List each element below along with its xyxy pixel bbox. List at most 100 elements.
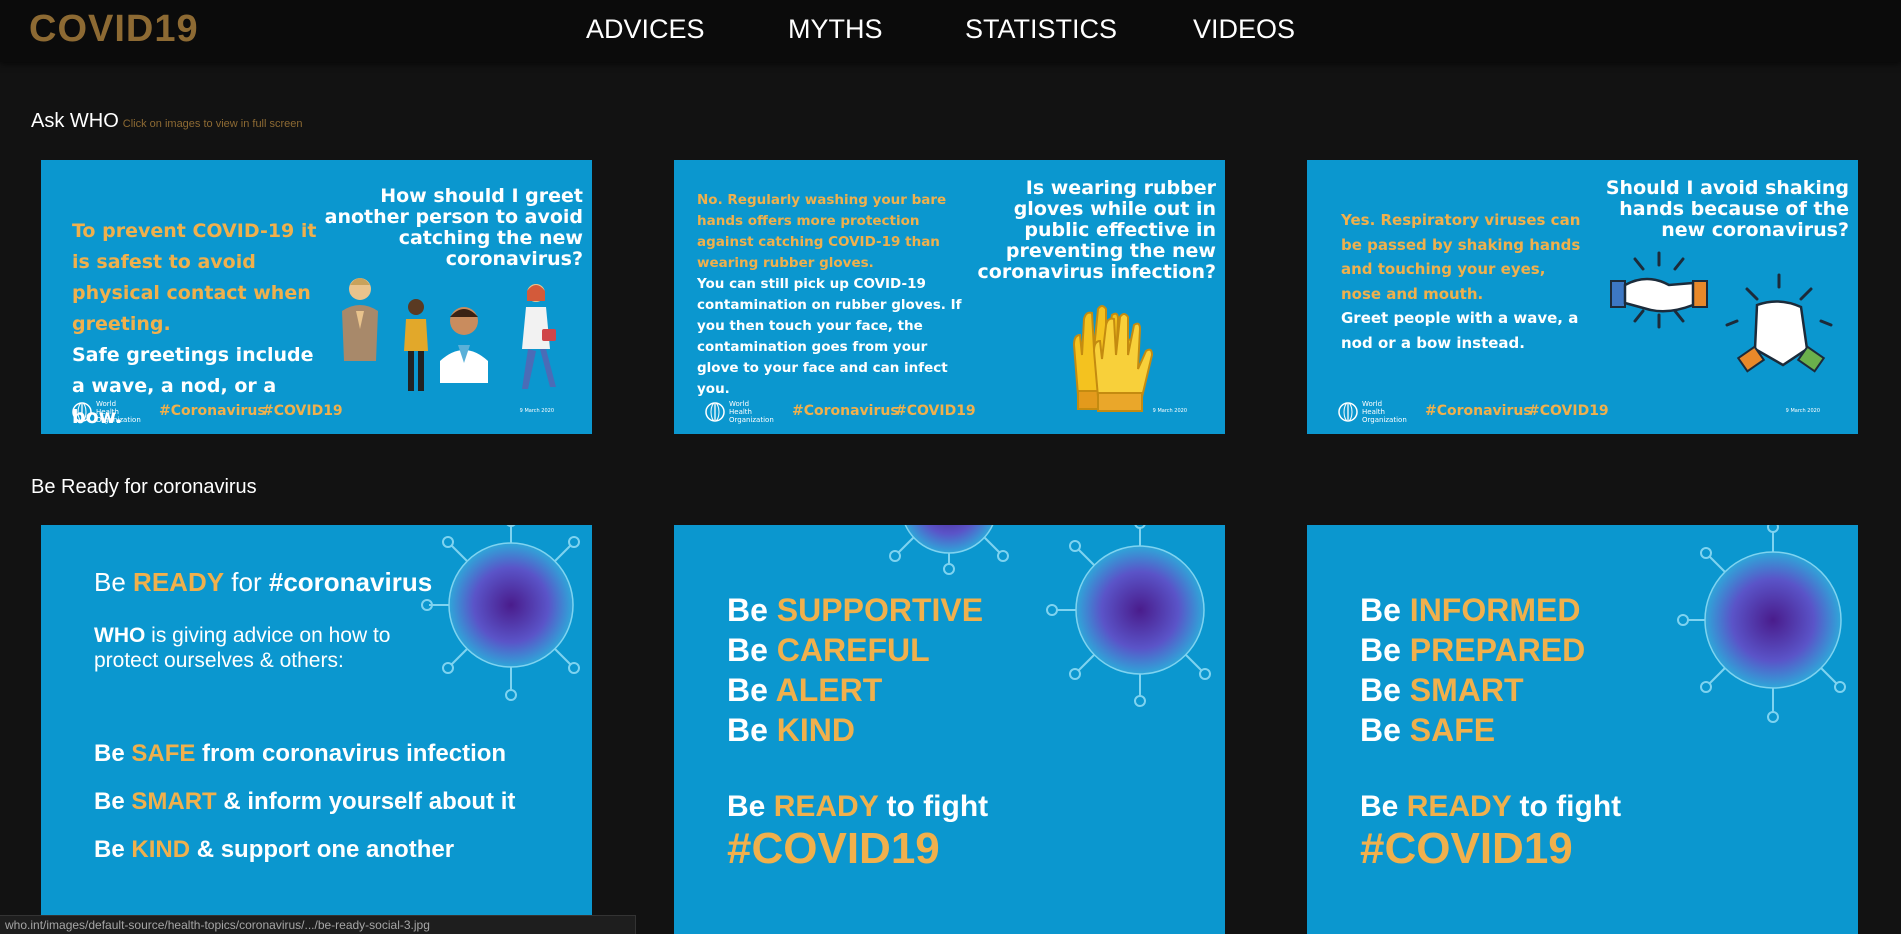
word-be: Be <box>1360 592 1401 628</box>
hashtag-coronavirus: #coronavirus <box>268 567 433 597</box>
answer-highlight: Yes. Respiratory viruses can be passed b… <box>1341 211 1581 303</box>
card-date: 9 March 2020 <box>1152 408 1187 414</box>
ready-card-2-lines: Be SUPPORTIVE Be CAREFUL Be ALERT Be KIN… <box>727 590 983 750</box>
keyword: SMART <box>1409 672 1524 708</box>
who-logo: World Health Organization <box>1337 400 1407 424</box>
card-footer: World Health Organization #Coronavirus #… <box>1337 400 1857 424</box>
keyword: ALERT <box>775 672 883 708</box>
card-footer: World Health Organization #Coronavirus #… <box>704 400 1224 424</box>
keyword: SAFE <box>131 740 196 767</box>
ready-line: Be INFORMED <box>1360 590 1585 630</box>
section-title-be-ready: Be Ready for coronavirus <box>31 476 257 499</box>
ready-line-smart: Be SMART & inform yourself about it <box>94 788 515 816</box>
answer-detail: Greet people with a wave, a nod or a bow… <box>1341 309 1579 352</box>
answer-highlight: To prevent COVID-19 it is safest to avoi… <box>72 220 317 335</box>
ready-line: Be ALERT <box>727 670 983 710</box>
keyword: SAFE <box>1409 712 1496 748</box>
ready-card-3[interactable]: Be INFORMED Be PREPARED Be SMART Be SAFE… <box>1307 525 1858 934</box>
ready-card-1[interactable]: Be READY for #coronavirus WHO is giving … <box>41 525 592 934</box>
word-be: Be <box>94 836 125 863</box>
ready-card-1-intro: WHO is giving advice on how to protect o… <box>94 623 404 673</box>
coronavirus-icon <box>889 525 1009 575</box>
ready-line: Be PREPARED <box>1360 630 1585 670</box>
word-be: Be <box>1360 672 1401 708</box>
answer-detail: You can still pick up COVID-19 contamina… <box>697 276 962 397</box>
who-logo: World Health Organization <box>704 400 774 424</box>
ready-card-2[interactable]: Be SUPPORTIVE Be CAREFUL Be ALERT Be KIN… <box>674 525 1225 934</box>
who-emblem-icon <box>705 402 725 422</box>
fullscreen-hint: Click on images to view in full screen <box>122 118 303 130</box>
ready-line: Be KIND <box>727 710 983 750</box>
who-emblem-icon <box>72 402 92 422</box>
card-footer: World Health Organization #Coronavirus #… <box>71 400 591 424</box>
ready-line-safe: Be SAFE from coronavirus infection <box>94 740 506 768</box>
ready-line: Be SAFE <box>1360 710 1585 750</box>
word-be: Be <box>727 592 768 628</box>
coronavirus-icon <box>421 525 580 701</box>
who-org-name: World Health Organization <box>729 400 774 424</box>
answer-highlight: No. Regularly washing your bare hands of… <box>697 192 947 271</box>
word-be: Be <box>727 632 768 668</box>
coronavirus-icon <box>1677 525 1846 723</box>
ask-card-gloves[interactable]: Is wearing rubber gloves while out in pu… <box>674 160 1225 434</box>
line-rest: & inform yourself about it <box>223 788 516 815</box>
ready-fight-line: Be READY to fight <box>727 790 988 824</box>
card-question: Should I avoid shaking hands because of … <box>1605 177 1849 241</box>
word-ready: READY <box>1406 790 1512 823</box>
who-org-name: World Health Organization <box>1362 400 1407 424</box>
ready-card-3-lines: Be INFORMED Be PREPARED Be SMART Be SAFE <box>1360 590 1585 750</box>
section-heading: Be Ready for coronavirus <box>31 476 257 498</box>
word-be: Be <box>1360 632 1401 668</box>
line-rest: from coronavirus infection <box>202 740 507 767</box>
word-be: Be <box>94 740 125 767</box>
card-answer: No. Regularly washing your bare hands of… <box>697 190 967 400</box>
word-for: for <box>231 567 262 597</box>
hashtag-covid19-large: #COVID19 <box>727 824 940 873</box>
keyword: PREPARED <box>1409 632 1586 668</box>
word-ready: READY <box>773 790 879 823</box>
line-rest: & support one another <box>196 836 455 863</box>
ask-card-greeting[interactable]: How should I greet another person to avo… <box>41 160 592 434</box>
hashtag-covid19: #COVID19 <box>1528 403 1609 419</box>
word-be: Be <box>727 672 768 708</box>
who-emblem-icon <box>1338 402 1358 422</box>
coronavirus-icon <box>1046 525 1211 707</box>
keyword: KIND <box>776 712 856 748</box>
hashtag-covid19-large: #COVID19 <box>1360 824 1573 873</box>
nav-videos[interactable]: VIDEOS <box>1193 14 1295 45</box>
hashtag-covid19: #COVID19 <box>895 403 976 419</box>
ready-card-1-title: Be READY for #coronavirus <box>94 567 432 598</box>
ask-card-handshake[interactable]: Should I avoid shaking hands because of … <box>1307 160 1858 434</box>
nav-statistics[interactable]: STATISTICS <box>965 14 1117 45</box>
section-heading: Ask WHO <box>31 110 119 132</box>
keyword: SMART <box>131 788 217 815</box>
link-status-bar: who.int/images/default-source/health-top… <box>0 915 636 934</box>
nav-advices[interactable]: ADVICES <box>586 14 705 45</box>
hashtag-covid19: #COVID19 <box>262 403 343 419</box>
who-logo: World Health Organization <box>71 400 141 424</box>
fight-text: to fight <box>886 790 989 823</box>
people-greeting-illustration <box>342 278 556 391</box>
keyword: CAREFUL <box>776 632 930 668</box>
handshake-illustration <box>1610 251 1833 373</box>
word-be: Be <box>94 788 125 815</box>
main-nav: ADVICES MYTHS STATISTICS VIDEOS <box>0 14 1901 50</box>
ready-line: Be CAREFUL <box>727 630 983 670</box>
keyword: KIND <box>131 836 191 863</box>
word-be: Be <box>1360 712 1401 748</box>
top-navbar: COVID19 ADVICES MYTHS STATISTICS VIDEOS <box>0 0 1901 62</box>
who-org-name: World Health Organization <box>96 400 141 424</box>
card-date: 9 March 2020 <box>1785 408 1820 414</box>
card-answer: Yes. Respiratory viruses can be passed b… <box>1341 208 1581 355</box>
word-be: Be <box>1360 790 1399 823</box>
word-ready: READY <box>133 567 225 597</box>
ready-line: Be SUPPORTIVE <box>727 590 983 630</box>
ready-fight-line: Be READY to fight <box>1360 790 1621 824</box>
nav-myths[interactable]: MYTHS <box>788 14 883 45</box>
card-question: How should I greet another person to avo… <box>324 185 583 270</box>
word-who: WHO <box>94 624 146 647</box>
rubber-gloves-illustration <box>1072 305 1154 412</box>
ready-line: Be SMART <box>1360 670 1585 710</box>
word-be: Be <box>727 712 768 748</box>
hashtag-coronavirus: #Coronavirus <box>1425 403 1532 419</box>
